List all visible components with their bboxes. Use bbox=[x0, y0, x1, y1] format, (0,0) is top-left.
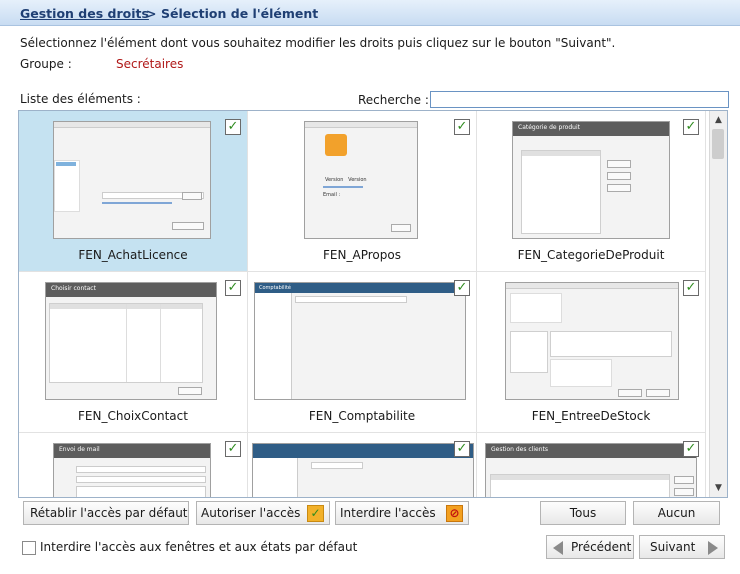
scroll-down-icon[interactable]: ▼ bbox=[710, 481, 727, 495]
breadcrumb-parent-link[interactable]: Gestion des droits bbox=[20, 6, 149, 21]
element-tile[interactable]: ✓ FEN_AchatLicence bbox=[19, 111, 248, 272]
reset-default-access-label: Rétablir l'accès par défaut bbox=[30, 506, 188, 520]
next-button[interactable]: Suivant bbox=[639, 535, 725, 559]
previous-label: Précédent bbox=[571, 540, 632, 554]
intro-text: Sélectionnez l'élément dont vous souhait… bbox=[20, 36, 616, 50]
thumb-title: Comptabilité bbox=[259, 285, 291, 291]
select-all-label: Tous bbox=[569, 506, 597, 520]
element-tile[interactable]: ✓ bbox=[248, 433, 477, 497]
default-deny-checkbox[interactable] bbox=[22, 541, 36, 555]
scroll-up-icon[interactable]: ▲ bbox=[710, 113, 727, 127]
previous-button[interactable]: Précédent bbox=[546, 535, 634, 559]
window-thumbnail: Catégorie de produit bbox=[512, 121, 670, 239]
reset-default-access-button[interactable]: Rétablir l'accès par défaut bbox=[23, 501, 189, 525]
window-thumbnail bbox=[252, 443, 474, 497]
breadcrumb-separator: > bbox=[146, 6, 157, 21]
element-checkbox[interactable]: ✓ bbox=[225, 280, 241, 296]
element-grid: ✓ FEN_AchatLicence Version Version Email… bbox=[18, 110, 728, 498]
element-checkbox[interactable]: ✓ bbox=[683, 119, 699, 135]
element-checkbox[interactable]: ✓ bbox=[683, 280, 699, 296]
window-thumbnail: Gestion des clients bbox=[485, 443, 697, 497]
element-checkbox[interactable]: ✓ bbox=[454, 441, 470, 457]
select-all-button[interactable]: Tous bbox=[540, 501, 626, 525]
allow-access-label: Autoriser l'accès bbox=[201, 506, 301, 520]
element-tile[interactable]: Choisir contact ✓ FEN_ChoixContact bbox=[19, 272, 248, 433]
window-thumbnail bbox=[53, 121, 211, 239]
element-tile[interactable]: Catégorie de produit ✓ FEN_CategorieDePr… bbox=[477, 111, 706, 272]
deny-access-button[interactable]: Interdire l'accès ⊘ bbox=[335, 501, 469, 525]
element-list-label: Liste des éléments : bbox=[20, 92, 141, 106]
arrow-right-icon bbox=[708, 541, 718, 555]
default-deny-label[interactable]: Interdire l'accès aux fenêtres et aux ét… bbox=[40, 540, 357, 554]
deny-access-label: Interdire l'accès bbox=[340, 506, 436, 520]
thumb-title: Catégorie de produit bbox=[518, 124, 580, 131]
scrollbar-thumb[interactable] bbox=[712, 129, 724, 159]
element-name: FEN_APropos bbox=[323, 248, 401, 262]
breadcrumb-current: Sélection de l'élément bbox=[161, 6, 319, 21]
arrow-left-icon bbox=[553, 541, 563, 555]
element-tile[interactable]: ✓ FEN_EntreeDeStock bbox=[477, 272, 706, 433]
element-tile[interactable]: Version Version Email : ✓ FEN_APropos bbox=[248, 111, 477, 272]
next-label: Suivant bbox=[650, 540, 696, 554]
element-name: FEN_CategorieDeProduit bbox=[517, 248, 665, 262]
element-name: FEN_EntreeDeStock bbox=[531, 409, 651, 423]
element-tile[interactable]: Comptabilité ✓ FEN_Comptabilite bbox=[248, 272, 477, 433]
window-thumbnail: Comptabilité bbox=[254, 282, 466, 400]
element-checkbox[interactable]: ✓ bbox=[454, 280, 470, 296]
element-checkbox[interactable]: ✓ bbox=[683, 441, 699, 457]
element-name: FEN_Comptabilite bbox=[308, 409, 416, 423]
element-checkbox[interactable]: ✓ bbox=[225, 119, 241, 135]
search-label: Recherche : bbox=[358, 93, 429, 107]
select-none-label: Aucun bbox=[657, 506, 696, 520]
thumb-title: Choisir contact bbox=[51, 285, 96, 292]
search-input[interactable] bbox=[430, 91, 729, 108]
title-bar: Gestion des droits > Sélection de l'élém… bbox=[0, 0, 740, 26]
grid-scrollbar[interactable]: ▲ ▼ bbox=[709, 111, 727, 497]
element-tile[interactable]: Envoi de mail ✓ bbox=[19, 433, 248, 497]
window-thumbnail: Envoi de mail bbox=[53, 443, 211, 497]
group-label: Groupe : bbox=[20, 57, 72, 71]
thumb-version-label: Version bbox=[325, 177, 344, 183]
forbidden-icon: ⊘ bbox=[446, 505, 463, 522]
window-thumbnail: Version Version Email : bbox=[304, 121, 418, 239]
thumb-title: Gestion des clients bbox=[491, 446, 549, 453]
select-none-button[interactable]: Aucun bbox=[633, 501, 720, 525]
allow-access-button[interactable]: Autoriser l'accès ✓ bbox=[196, 501, 330, 525]
thumb-email-label: Email : bbox=[323, 192, 341, 198]
element-tile[interactable]: Gestion des clients ✓ bbox=[477, 433, 706, 497]
thumb-version-label-2: Version bbox=[348, 177, 367, 183]
window-thumbnail: Choisir contact bbox=[45, 282, 217, 400]
window-thumbnail bbox=[505, 282, 679, 400]
element-checkbox[interactable]: ✓ bbox=[454, 119, 470, 135]
element-checkbox[interactable]: ✓ bbox=[225, 441, 241, 457]
allow-check-icon: ✓ bbox=[307, 505, 324, 522]
element-name: FEN_AchatLicence bbox=[78, 248, 188, 262]
thumb-title: Envoi de mail bbox=[59, 446, 100, 453]
element-name: FEN_ChoixContact bbox=[78, 409, 188, 423]
group-value: Secrétaires bbox=[116, 57, 184, 71]
element-grid-viewport: ✓ FEN_AchatLicence Version Version Email… bbox=[19, 111, 709, 497]
